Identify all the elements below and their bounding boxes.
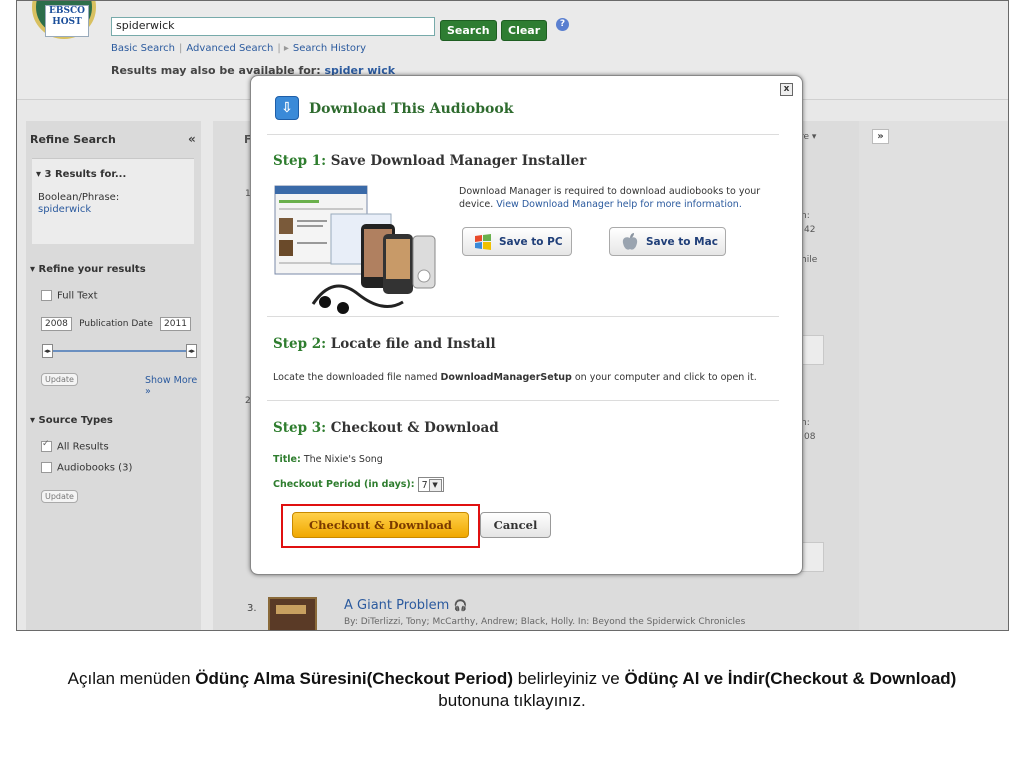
update-button[interactable]: Update: [41, 373, 78, 386]
divider: [267, 134, 779, 135]
update-button-2[interactable]: Update: [41, 490, 78, 503]
step-1-heading: Step 1: Save Download Manager Installer: [273, 153, 587, 169]
clear-button[interactable]: Clear: [501, 20, 548, 41]
installer-filename: DownloadManagerSetup: [440, 372, 572, 383]
divider: [267, 316, 779, 317]
search-nav-links: Basic Search | Advanced Search | ▸ Search Hi…: [111, 43, 367, 54]
audiobook-title: The Nixie's Song: [303, 454, 383, 465]
download-icon: ⇩: [275, 96, 299, 120]
results-for-box: ▾ 3 Results for... Boolean/Phrase: spide…: [32, 158, 194, 244]
result-3-byline: By: DiTerlizzi, Tony; McCarthy, Andrew; …: [344, 617, 746, 627]
fragment-hile: hile: [801, 255, 818, 265]
instruction-caption: Açılan menüden Ödünç Alma Süresini(Check…: [67, 669, 957, 710]
download-manager-help-link[interactable]: View Download Manager help for more info…: [496, 199, 742, 210]
divider: [267, 400, 779, 401]
audiobooks-checkbox[interactable]: [41, 462, 52, 473]
close-icon[interactable]: x: [780, 83, 793, 96]
save-to-mac-button[interactable]: Save to Mac: [609, 227, 726, 256]
publication-date-filter: 2008 Publication Date 2011: [41, 317, 191, 331]
show-more-link[interactable]: Show More »: [145, 375, 201, 397]
source-types-heading[interactable]: ▾ Source Types: [30, 415, 113, 426]
fragment-08: :08: [801, 432, 816, 442]
download-manager-illustration: [274, 185, 436, 314]
results-for-heading: ▾ 3 Results for...: [36, 169, 127, 180]
cancel-button[interactable]: Cancel: [480, 512, 551, 538]
audiobook-title-row: Title: The Nixie's Song: [273, 454, 383, 465]
refine-sidebar: Refine Search « ▾ 3 Results for... Boole…: [26, 121, 201, 630]
boolean-value: spiderwick: [38, 204, 92, 215]
step-2-heading: Step 2: Locate file and Install: [273, 336, 496, 352]
date-slider-handle-min[interactable]: ◂▸: [42, 344, 53, 358]
download-manager-info: Download Manager is required to download…: [459, 186, 761, 210]
date-slider-track[interactable]: [42, 350, 191, 352]
help-icon[interactable]: ?: [556, 18, 569, 31]
date-slider-handle-max[interactable]: ◂▸: [186, 344, 197, 358]
collapse-sidebar-icon[interactable]: «: [188, 132, 196, 146]
full-text-checkbox[interactable]: [41, 290, 52, 301]
publication-date-label: Publication Date: [79, 319, 153, 329]
full-text-filter[interactable]: Full Text: [41, 290, 98, 302]
date-to-input[interactable]: 2011: [160, 317, 191, 331]
checkout-period-select[interactable]: 7 ▼: [417, 477, 444, 492]
all-results-checkbox[interactable]: [41, 439, 52, 452]
book-cover-thumbnail[interactable]: [268, 597, 317, 630]
result-3-title[interactable]: A Giant Problem 🎧: [344, 598, 467, 613]
checkout-period-row: Checkout Period (in days): 7 ▼: [273, 477, 444, 492]
audiobooks-filter[interactable]: Audiobooks (3): [41, 462, 132, 474]
advanced-search-link[interactable]: Advanced Search: [186, 43, 273, 54]
right-column: [859, 121, 1008, 630]
all-results-filter[interactable]: All Results: [41, 439, 109, 453]
chevron-down-icon: ▼: [428, 479, 442, 492]
refine-results-heading[interactable]: ▾ Refine your results: [30, 264, 146, 275]
dialog-title: Download This Audiobook: [309, 101, 514, 117]
download-audiobook-dialog: x ⇩ Download This Audiobook Step 1: Save…: [250, 75, 803, 575]
save-to-pc-button[interactable]: Save to PC: [462, 227, 572, 256]
audiobook-icon: 🎧: [453, 599, 468, 612]
screenshot-frame: EBSCO HOST spiderwick Search Clear ? Bas…: [16, 0, 1009, 631]
windows-icon: [475, 234, 491, 250]
apple-icon: [622, 233, 638, 250]
search-button[interactable]: Search: [440, 20, 497, 41]
ebsco-logo-badge: EBSCO HOST: [45, 5, 89, 37]
result-number-3: 3.: [247, 603, 257, 614]
expand-right-icon[interactable]: »: [872, 129, 889, 144]
refine-search-title: Refine Search: [30, 133, 116, 146]
basic-search-link[interactable]: Basic Search: [111, 43, 175, 54]
date-from-input[interactable]: 2008: [41, 317, 72, 331]
search-input[interactable]: spiderwick: [111, 17, 435, 36]
fragment-42: :42: [801, 225, 816, 235]
checkout-download-button[interactable]: Checkout & Download: [292, 512, 469, 538]
step-2-instructions: Locate the downloaded file named Downloa…: [273, 372, 757, 383]
boolean-label: Boolean/Phrase:: [38, 192, 120, 203]
step-3-heading: Step 3: Checkout & Download: [273, 420, 499, 436]
search-history-link[interactable]: Search History: [293, 43, 366, 54]
